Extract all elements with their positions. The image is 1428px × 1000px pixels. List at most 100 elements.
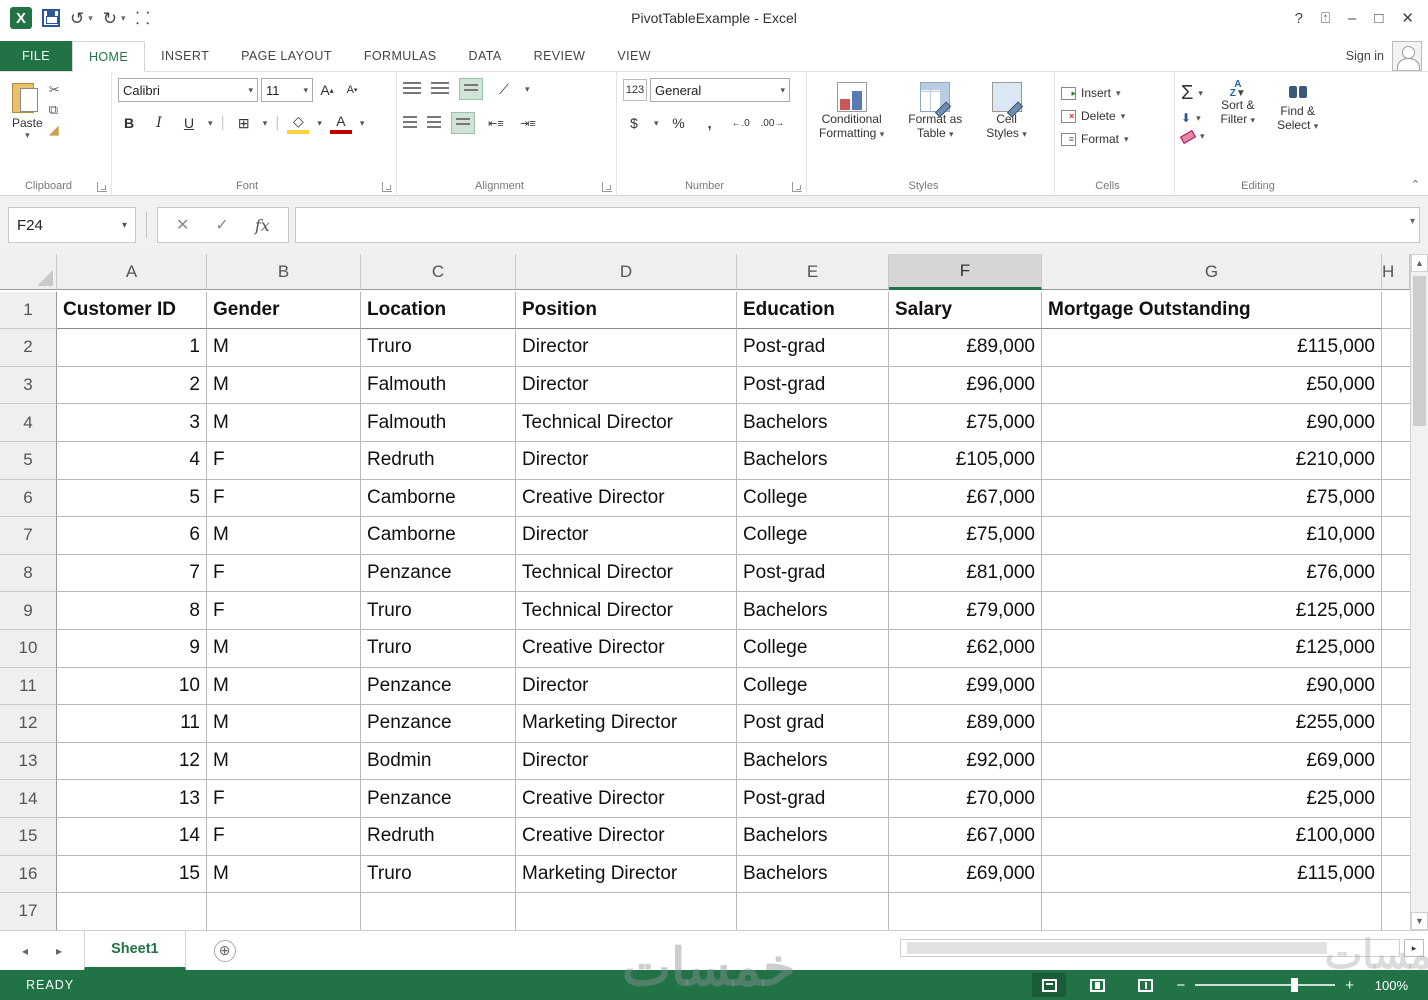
ribbon-tab-data[interactable]: DATA: [453, 41, 518, 71]
cell-B15[interactable]: F: [207, 818, 361, 856]
cell-B3[interactable]: M: [207, 367, 361, 405]
avatar[interactable]: [1392, 41, 1422, 71]
cell-B6[interactable]: F: [207, 480, 361, 518]
clipboard-dialog-launcher-icon[interactable]: [97, 182, 107, 192]
cell-E2[interactable]: Post-grad: [737, 329, 889, 367]
row-header-17[interactable]: 17: [0, 893, 57, 931]
cell-C7[interactable]: Camborne: [361, 517, 516, 555]
cell-F12[interactable]: £89,000: [889, 705, 1042, 743]
cell-F9[interactable]: £79,000: [889, 592, 1042, 630]
row-header-7[interactable]: 7: [0, 517, 57, 555]
paste-button[interactable]: Paste ▾: [6, 78, 49, 143]
ribbon-tab-review[interactable]: REVIEW: [518, 41, 602, 71]
row-header-10[interactable]: 10: [0, 630, 57, 668]
underline-dropdown-icon[interactable]: ▾: [208, 118, 213, 129]
collapse-ribbon-icon[interactable]: ⌃: [1411, 178, 1420, 191]
copy-icon[interactable]: ⧉: [49, 102, 60, 118]
cell-h11[interactable]: [1382, 668, 1410, 706]
cell-A14[interactable]: 13: [57, 780, 207, 818]
cell-E6[interactable]: College: [737, 480, 889, 518]
cell-A8[interactable]: 7: [57, 555, 207, 593]
align-top-icon[interactable]: [403, 82, 421, 96]
cell-h9[interactable]: [1382, 592, 1410, 630]
cell-A5[interactable]: 4: [57, 442, 207, 480]
scroll-up-icon[interactable]: ▲: [1411, 254, 1428, 272]
cell-G16[interactable]: £115,000: [1042, 856, 1382, 894]
cell-A15[interactable]: 14: [57, 818, 207, 856]
cell-B11[interactable]: M: [207, 668, 361, 706]
cell-D10[interactable]: Creative Director: [516, 630, 737, 668]
column-header-e[interactable]: E: [737, 254, 889, 290]
accounting-format-icon[interactable]: $: [623, 112, 645, 134]
cell-h7[interactable]: [1382, 517, 1410, 555]
sheet-nav-left-icon[interactable]: ◂: [22, 944, 28, 958]
column-header-h[interactable]: H: [1382, 254, 1410, 290]
font-size-combo[interactable]: 11▾: [261, 78, 313, 102]
cell-C10[interactable]: Truro: [361, 630, 516, 668]
row-header-1[interactable]: 1: [0, 292, 57, 330]
column-header-b[interactable]: B: [207, 254, 361, 290]
cell-h8[interactable]: [1382, 555, 1410, 593]
cell-G1[interactable]: Mortgage Outstanding: [1042, 292, 1382, 330]
cell-C17[interactable]: [361, 893, 516, 931]
cell-A7[interactable]: 6: [57, 517, 207, 555]
cell-C9[interactable]: Truro: [361, 592, 516, 630]
cell-E16[interactable]: Bachelors: [737, 856, 889, 894]
cell-G14[interactable]: £25,000: [1042, 780, 1382, 818]
zoom-level[interactable]: 100%: [1364, 978, 1408, 993]
cell-D17[interactable]: [516, 893, 737, 931]
row-header-15[interactable]: 15: [0, 818, 57, 856]
expand-formula-bar-icon[interactable]: ▾: [1410, 216, 1415, 227]
row-header-9[interactable]: 9: [0, 592, 57, 630]
cell-F2[interactable]: £89,000: [889, 329, 1042, 367]
cell-F10[interactable]: £62,000: [889, 630, 1042, 668]
cell-G3[interactable]: £50,000: [1042, 367, 1382, 405]
row-header-3[interactable]: 3: [0, 367, 57, 405]
align-middle-icon[interactable]: [431, 82, 449, 96]
cell-C15[interactable]: Redruth: [361, 818, 516, 856]
cell-styles-button[interactable]: Cell Styles ▾: [980, 80, 1033, 142]
cell-D14[interactable]: Creative Director: [516, 780, 737, 818]
number-format-icon[interactable]: 123: [623, 79, 647, 101]
row-header-6[interactable]: 6: [0, 480, 57, 518]
cell-B7[interactable]: M: [207, 517, 361, 555]
new-sheet-button[interactable]: ⊕: [214, 940, 236, 962]
font-dialog-launcher-icon[interactable]: [382, 182, 392, 192]
underline-button[interactable]: U: [178, 112, 200, 134]
hscroll-right-icon[interactable]: ▸: [1404, 939, 1424, 957]
cell-D3[interactable]: Director: [516, 367, 737, 405]
cell-F6[interactable]: £67,000: [889, 480, 1042, 518]
cell-F11[interactable]: £99,000: [889, 668, 1042, 706]
row-header-11[interactable]: 11: [0, 668, 57, 706]
font-name-combo[interactable]: Calibri▾: [118, 78, 258, 102]
cell-h17[interactable]: [1382, 893, 1410, 931]
sign-in-link[interactable]: Sign in: [1346, 49, 1384, 63]
cell-F4[interactable]: £75,000: [889, 404, 1042, 442]
format-cells-button[interactable]: Format▾: [1061, 132, 1168, 146]
zoom-in-button[interactable]: +: [1345, 977, 1354, 994]
help-button[interactable]: ?: [1295, 10, 1303, 27]
cancel-entry-icon[interactable]: ✕: [176, 215, 189, 235]
cell-A2[interactable]: 1: [57, 329, 207, 367]
name-box[interactable]: F24▾: [8, 207, 136, 243]
cell-D16[interactable]: Marketing Director: [516, 856, 737, 894]
delete-cells-button[interactable]: Delete▾: [1061, 109, 1168, 123]
cell-G7[interactable]: £10,000: [1042, 517, 1382, 555]
decrease-decimal-icon[interactable]: .00→: [761, 112, 785, 134]
cell-A17[interactable]: [57, 893, 207, 931]
cell-F1[interactable]: Salary: [889, 292, 1042, 330]
merge-center-icon[interactable]: [451, 112, 475, 134]
row-header-8[interactable]: 8: [0, 555, 57, 593]
cell-C14[interactable]: Penzance: [361, 780, 516, 818]
cell-E11[interactable]: College: [737, 668, 889, 706]
sheet-nav-right-icon[interactable]: ▸: [56, 944, 62, 958]
grow-font-icon[interactable]: A▴: [316, 79, 338, 101]
cell-G2[interactable]: £115,000: [1042, 329, 1382, 367]
align-left-icon[interactable]: [403, 116, 417, 130]
cell-A13[interactable]: 12: [57, 743, 207, 781]
alignment-dialog-launcher-icon[interactable]: [602, 182, 612, 192]
ribbon-tab-file[interactable]: FILE: [0, 41, 72, 71]
cell-F8[interactable]: £81,000: [889, 555, 1042, 593]
cell-h4[interactable]: [1382, 404, 1410, 442]
fill-color-icon[interactable]: ◇: [287, 112, 309, 134]
